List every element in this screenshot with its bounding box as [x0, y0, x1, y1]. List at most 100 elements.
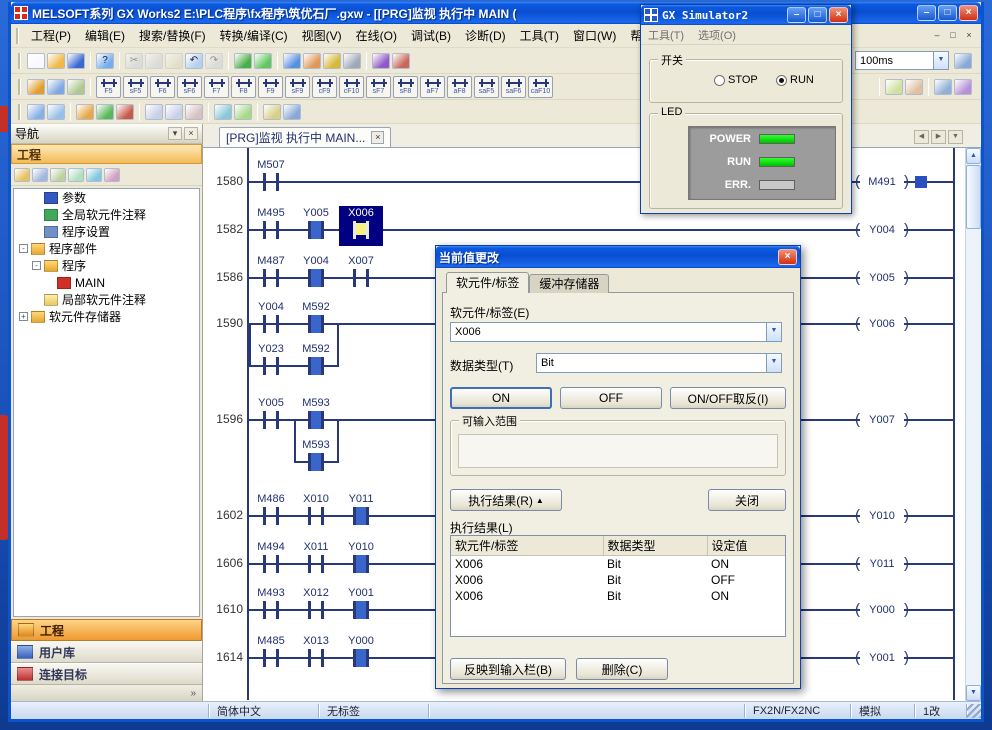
ladder-symbol-button-cf10[interactable]: cF10 [339, 76, 364, 98]
contact-name[interactable]: Y011 [339, 493, 383, 505]
ladder-symbol-button-sf8[interactable]: sF8 [393, 76, 418, 98]
coil[interactable]: (Y004) [855, 219, 909, 241]
coil[interactable]: (Y011) [855, 553, 909, 575]
toolbar-grip[interactable] [16, 28, 19, 44]
reflect-button[interactable]: 反映到输入栏(B) [450, 658, 566, 680]
ladder-symbol-button-f5[interactable]: F5 [96, 76, 121, 98]
dialog-close-button[interactable]: 关闭 [708, 489, 786, 511]
ladder-symbol-button-f8[interactable]: F8 [231, 76, 256, 98]
run-radio[interactable]: RUN [776, 74, 814, 86]
chevron-down-icon[interactable]: ▼ [766, 354, 781, 372]
device-test-icon[interactable] [76, 104, 94, 120]
menu-item[interactable]: 窗口(W) [566, 24, 623, 47]
program-check-icon[interactable] [372, 53, 390, 69]
ladder-symbol-button-sf7[interactable]: sF7 [366, 76, 391, 98]
new-project-icon[interactable] [27, 53, 45, 69]
ladder-edit-icon[interactable] [27, 79, 45, 95]
instruction-help-icon[interactable] [214, 104, 232, 120]
check-program-icon[interactable] [234, 104, 252, 120]
scrollbar-thumb[interactable] [966, 165, 981, 229]
build-icon[interactable] [392, 53, 410, 69]
contact-name[interactable]: M495 [249, 207, 293, 219]
dialog-titlebar[interactable]: 当前值更改 × [436, 246, 800, 268]
menu-item[interactable]: 工具(T) [513, 24, 566, 47]
tree-item[interactable]: MAIN [14, 274, 199, 291]
pin-icon[interactable]: ▾ [168, 127, 182, 140]
tree-item[interactable]: 局部软元件注释 [14, 291, 199, 308]
contact-name[interactable]: Y001 [339, 587, 383, 599]
close-button[interactable]: × [829, 7, 848, 23]
monitor-start-icon[interactable] [323, 53, 341, 69]
tab-device-label[interactable]: 软元件/标签 [446, 272, 529, 293]
contact-name[interactable]: M593 [294, 397, 338, 409]
monitor-stop-icon[interactable] [343, 53, 361, 69]
vertical-line-icon[interactable] [145, 104, 163, 120]
nav-new-icon[interactable] [14, 168, 30, 182]
result-row[interactable]: X006BitON [451, 556, 785, 572]
coil[interactable]: (Y006) [855, 313, 909, 335]
cut-icon[interactable]: ✂ [125, 53, 143, 69]
tab-close-icon[interactable]: × [371, 131, 384, 144]
menu-item[interactable]: 编辑(E) [78, 24, 132, 47]
minimize-button[interactable]: – [917, 5, 936, 21]
window-cascade-icon[interactable] [934, 79, 952, 95]
expander-icon[interactable]: - [32, 261, 41, 270]
ladder-symbol-button-saf6[interactable]: saF6 [501, 76, 526, 98]
close-icon[interactable]: × [184, 127, 198, 140]
close-button[interactable]: × [778, 249, 797, 265]
coil[interactable]: (Y001) [855, 647, 909, 669]
nav-sort-icon[interactable] [68, 168, 84, 182]
paste-icon[interactable] [165, 53, 183, 69]
off-button[interactable]: OFF [560, 387, 662, 409]
scroll-left-icon[interactable]: ◀ [914, 130, 929, 144]
contact-name[interactable]: Y005 [249, 397, 293, 409]
contact-name[interactable]: M485 [249, 635, 293, 647]
write-to-plc-icon[interactable] [283, 53, 301, 69]
ladder-symbol-button-saf5[interactable]: saF5 [474, 76, 499, 98]
horizontal-line-icon[interactable] [165, 104, 183, 120]
note-edit-icon[interactable] [905, 79, 923, 95]
stop-radio[interactable]: STOP [714, 74, 758, 86]
toggle-button[interactable]: ON/OFF取反(I) [670, 387, 786, 409]
toolbar-grip[interactable] [18, 104, 21, 120]
nav-refresh-icon[interactable] [86, 168, 102, 182]
menu-item[interactable]: 在线(O) [349, 24, 404, 47]
tree-item[interactable]: 参数 [14, 189, 199, 206]
expander-icon[interactable]: - [19, 244, 28, 253]
mdi-minimize-button[interactable]: – [929, 29, 945, 43]
scroll-right-icon[interactable]: ▶ [931, 130, 946, 144]
contact-name[interactable]: M507 [249, 159, 293, 171]
mdi-restore-button[interactable]: □ [945, 29, 961, 43]
tree-item[interactable]: 程序设置 [14, 223, 199, 240]
forced-off-icon[interactable] [116, 104, 134, 120]
contact-name[interactable]: Y010 [339, 541, 383, 553]
toolbar-grip[interactable] [18, 79, 21, 95]
contact-name[interactable]: Y004 [294, 255, 338, 267]
device-display-icon[interactable] [254, 53, 272, 69]
ladder-symbol-button-f7[interactable]: F7 [204, 76, 229, 98]
maximize-button[interactable]: □ [808, 7, 827, 23]
read-from-plc-icon[interactable] [303, 53, 321, 69]
contact-name[interactable]: Y005 [294, 207, 338, 219]
nav-button-user-library[interactable]: 用户库 [11, 641, 202, 663]
contact-name[interactable]: X007 [339, 255, 383, 267]
coil[interactable]: (M491) [855, 171, 927, 193]
vertical-scrollbar[interactable]: ▲ ▼ [965, 148, 981, 701]
coil[interactable]: (Y005) [855, 267, 909, 289]
menu-item[interactable]: 诊断(D) [458, 24, 513, 47]
monitor-condition-icon[interactable] [954, 53, 972, 69]
result-row[interactable]: X006BitON [451, 588, 785, 604]
menu-item[interactable]: 转换/编译(C) [213, 24, 295, 47]
nav-button-connection[interactable]: 连接目标 [11, 663, 202, 685]
contact-name[interactable]: M592 [294, 343, 338, 355]
menu-item[interactable]: 调试(B) [404, 24, 458, 47]
undo-icon[interactable]: ↶ [185, 53, 203, 69]
contact-name[interactable]: X011 [294, 541, 338, 553]
zoom-icon[interactable] [27, 104, 45, 120]
ladder-symbol-button-sf6[interactable]: sF6 [177, 76, 202, 98]
tree-item[interactable]: -程序 [14, 257, 199, 274]
tree-item[interactable]: -程序部件 [14, 240, 199, 257]
tree-item[interactable]: +软元件存储器 [14, 308, 199, 325]
sfc-edit-icon[interactable] [47, 79, 65, 95]
tab-buffer-memory[interactable]: 缓冲存储器 [529, 274, 609, 293]
